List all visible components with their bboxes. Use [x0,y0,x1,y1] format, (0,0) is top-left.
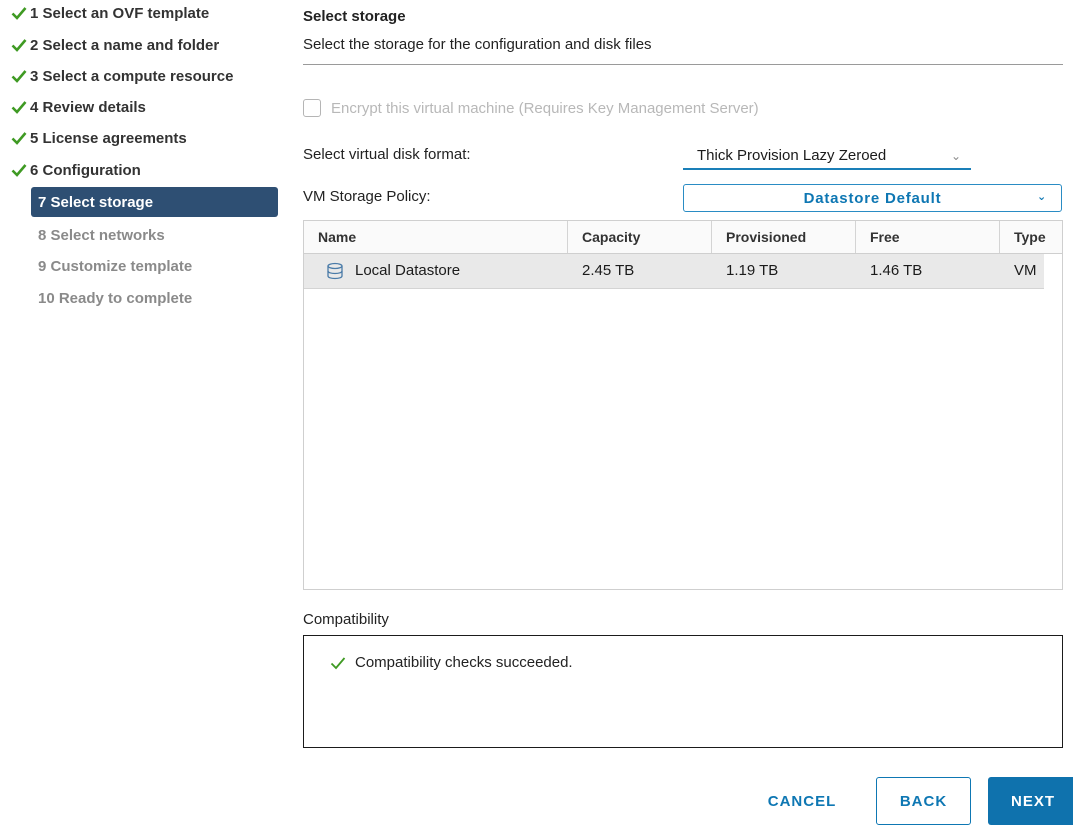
column-header-free[interactable]: Free [856,221,1000,253]
divider [303,64,1063,65]
storage-policy-value: Datastore Default [803,189,942,207]
cancel-button[interactable]: CANCEL [752,777,852,825]
check-icon [8,131,30,145]
encrypt-vm-checkbox[interactable]: Encrypt this virtual machine (Requires K… [303,99,759,117]
step-select-compute-resource[interactable]: 3 Select a compute resource [8,63,278,89]
step-license-agreements[interactable]: 5 License agreements [8,125,278,151]
check-icon [8,163,30,177]
step-label: 8 Select networks [38,226,165,244]
step-label: 2 Select a name and folder [30,36,220,54]
checkbox-box[interactable] [303,99,321,117]
step-ready-to-complete: 10 Ready to complete [8,285,278,311]
step-label: 9 Customize template [38,257,193,275]
compatibility-label: Compatibility [303,611,389,628]
storage-policy-select[interactable]: Datastore Default ⌄ [683,184,1062,212]
column-header-provisioned[interactable]: Provisioned [712,221,856,253]
step-select-ovf-template[interactable]: 1 Select an OVF template [8,0,278,26]
cell-capacity: 2.45 TB [582,262,635,279]
step-label: 6 Configuration [30,161,141,179]
check-icon [8,69,30,83]
step-label: 10 Ready to complete [38,289,193,307]
column-header-name[interactable]: Name [304,221,568,253]
disk-format-select[interactable]: Thick Provision Lazy Zeroed ⌄ [683,143,971,170]
step-label: 1 Select an OVF template [30,4,210,22]
compatibility-panel: Compatibility checks succeeded. [303,635,1063,748]
check-icon [8,6,30,20]
step-label: 4 Review details [30,98,146,116]
encrypt-vm-label: Encrypt this virtual machine (Requires K… [331,99,759,117]
cell-provisioned: 1.19 TB [726,262,779,279]
chevron-down-icon: ⌄ [1036,191,1047,203]
check-icon [8,100,30,114]
page-title: Select storage [303,8,406,25]
check-icon [8,38,30,52]
storage-policy-label: VM Storage Policy: [303,188,431,205]
compatibility-message: Compatibility checks succeeded. [330,654,573,671]
step-review-details[interactable]: 4 Review details [8,94,278,120]
step-select-name-and-folder[interactable]: 2 Select a name and folder [8,32,278,58]
disk-format-value: Thick Provision Lazy Zeroed [697,147,887,164]
cell-type: VM [1014,262,1037,279]
back-button[interactable]: BACK [876,777,971,825]
cell-name: Local Datastore [355,262,461,279]
step-customize-template: 9 Customize template [8,253,278,279]
compatibility-text: Compatibility checks succeeded. [355,654,573,671]
step-select-networks: 8 Select networks [8,222,278,248]
table-row[interactable]: Local Datastore 2.45 TB 1.19 TB 1.46 TB … [304,254,1044,289]
datastore-table: Name Capacity Provisioned Free Type Loca… [303,220,1063,590]
step-label: 5 License agreements [30,129,187,147]
database-icon [327,262,343,280]
step-label: 7 Select storage [38,193,154,211]
column-header-type[interactable]: Type [1000,221,1062,253]
chevron-down-icon: ⌄ [950,149,961,163]
column-header-capacity[interactable]: Capacity [568,221,712,253]
disk-format-label: Select virtual disk format: [303,146,471,163]
step-configuration[interactable]: 6 Configuration [8,157,278,183]
cell-free: 1.46 TB [870,262,923,279]
check-icon [330,656,346,669]
next-button[interactable]: NEXT [988,777,1073,825]
table-header: Name Capacity Provisioned Free Type [304,221,1062,254]
page-subtitle: Select the storage for the configuration… [303,36,652,53]
step-label: 3 Select a compute resource [30,67,234,85]
step-select-storage[interactable]: 7 Select storage [31,187,278,217]
